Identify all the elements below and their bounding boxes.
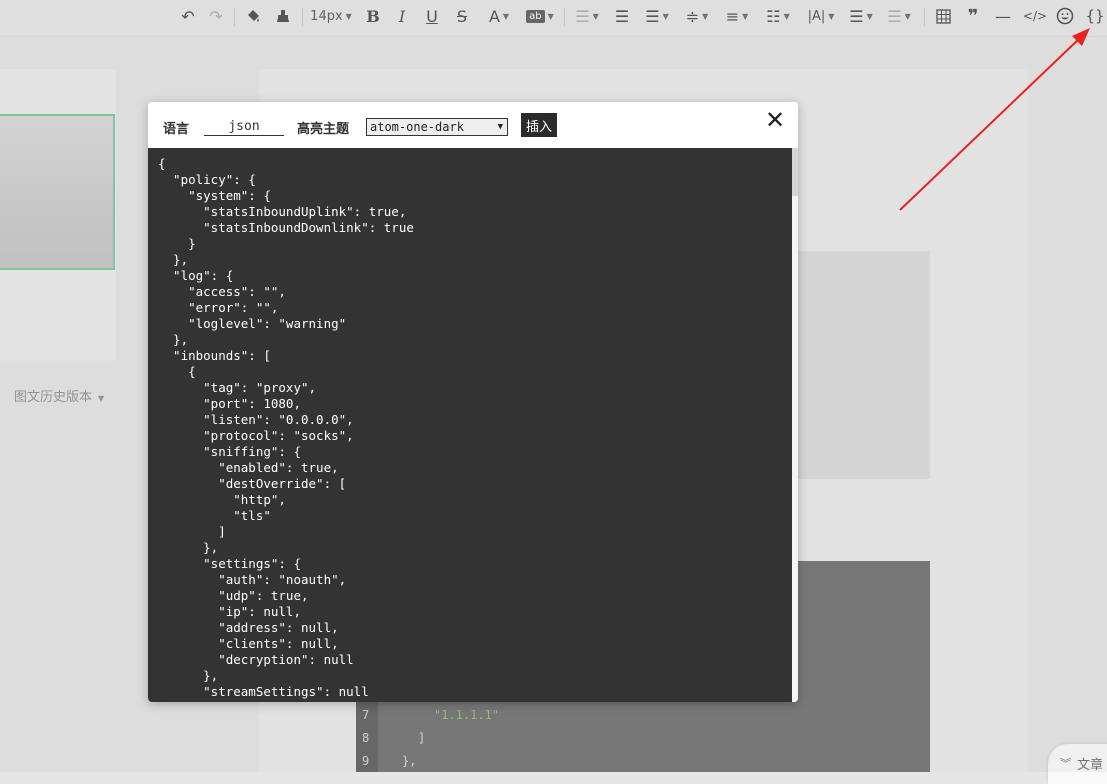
dialog-header: 语言 高亮主题 atom-one-dark ▼ 插入 ✕ [148,102,798,148]
language-input[interactable] [204,117,284,136]
theme-selected-value: atom-one-dark [370,120,464,134]
code-content[interactable]: { "policy": { "system": { "statsInboundU… [158,156,414,700]
code-scrollbar[interactable] [792,148,798,702]
close-icon[interactable]: ✕ [762,107,788,133]
code-textarea[interactable]: { "policy": { "system": { "statsInboundU… [148,148,792,702]
theme-select[interactable]: atom-one-dark ▼ [366,118,508,136]
theme-label: 高亮主题 [297,122,350,137]
scrollbar-thumb[interactable] [792,148,798,196]
code-insert-dialog: 语言 高亮主题 atom-one-dark ▼ 插入 ✕ { "policy":… [148,102,798,702]
chevron-down-icon: ▼ [497,122,503,132]
language-label: 语言 [163,122,190,137]
insert-button[interactable]: 插入 [521,113,558,137]
